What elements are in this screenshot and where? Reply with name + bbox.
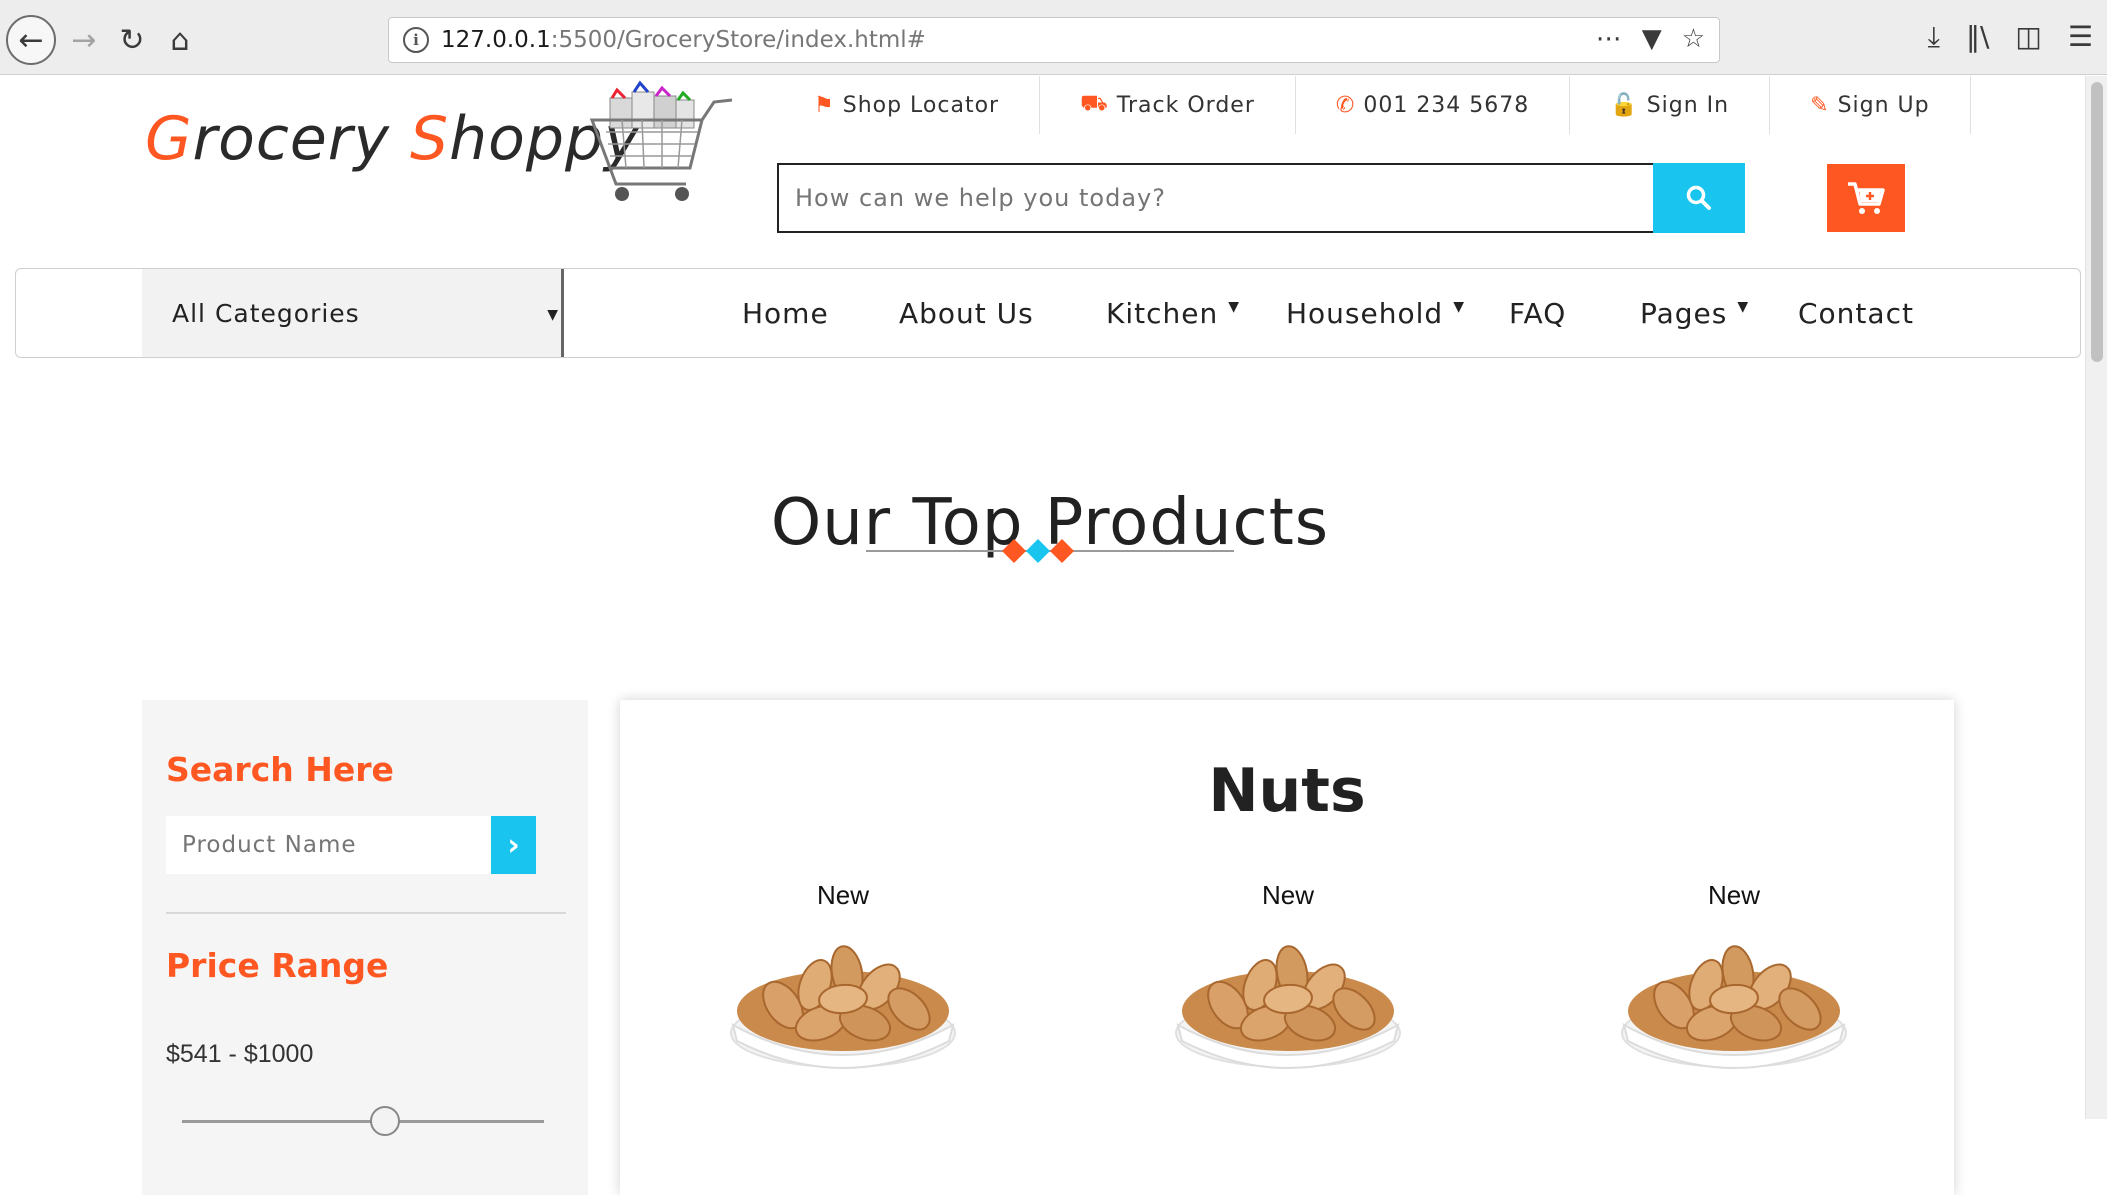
product-search: ›: [166, 816, 536, 874]
product-card[interactable]: New: [723, 880, 963, 1075]
phone-label: 001 234 5678: [1363, 92, 1530, 118]
filter-sidebar: Search Here › Price Range $541 - $1000: [142, 700, 588, 1195]
menu-faq[interactable]: FAQ: [1509, 297, 1640, 330]
edit-icon: ✎: [1810, 92, 1830, 118]
sign-up-label: Sign Up: [1837, 92, 1930, 118]
download-icon[interactable]: ⤓: [1928, 20, 1940, 54]
phone-icon: ✆: [1335, 92, 1356, 118]
menu-home-label: Home: [742, 296, 829, 330]
menu-pages-label: Pages: [1640, 296, 1728, 330]
browser-toolbar: ← → ↻ ⌂ i 127.0.0.1:5500/GroceryStore/in…: [0, 0, 2107, 75]
chevron-right-icon: ›: [507, 827, 520, 863]
reload-icon[interactable]: ↻: [112, 20, 152, 60]
caret-down-icon: ▼: [1453, 299, 1465, 315]
truck-icon: ⛟: [1080, 91, 1109, 116]
menu-home[interactable]: Home: [742, 297, 899, 330]
site-search: [777, 163, 1745, 233]
unlock-icon: 🔓: [1610, 92, 1639, 118]
title-ornament: [866, 539, 1234, 563]
product-name-input[interactable]: [166, 816, 491, 874]
almonds-bowl-image: [1175, 942, 1401, 1069]
new-badge: New: [1707, 880, 1760, 910]
price-slider-handle[interactable]: [369, 1106, 400, 1136]
sign-up-link[interactable]: ✎ Sign Up: [1770, 76, 1971, 134]
caret-down-icon: ▼: [1737, 299, 1750, 315]
site-logo[interactable]: Grocery Shoppy: [145, 104, 641, 174]
sign-in-link[interactable]: 🔓 Sign In: [1570, 76, 1771, 134]
hamburger-menu-icon[interactable]: ☰: [2068, 20, 2093, 54]
sidebar-divider: [166, 912, 566, 914]
site-search-input[interactable]: [779, 165, 1653, 231]
price-range-heading: Price Range: [166, 946, 389, 985]
menu-contact[interactable]: Contact: [1798, 297, 1914, 330]
url-text[interactable]: 127.0.0.1:5500/GroceryStore/index.html#: [441, 27, 926, 53]
product-card[interactable]: New: [1614, 880, 1854, 1075]
menu-pages[interactable]: Pages ▼: [1640, 297, 1798, 330]
menu-household[interactable]: Household ▼: [1286, 297, 1509, 330]
almonds-bowl-image: [1621, 942, 1847, 1069]
main-navbar: All Categories ▼ Home About Us Kitchen ▼ …: [15, 268, 2081, 358]
caret-down-icon: ▼: [547, 307, 559, 323]
sidebar-toggle-icon[interactable]: ◫: [2015, 20, 2041, 54]
logo-initial-g: G: [145, 104, 193, 174]
library-icon[interactable]: ‖\: [1966, 20, 1989, 54]
search-icon: [1686, 185, 1711, 210]
product-card[interactable]: New: [1168, 880, 1408, 1075]
map-marker-icon: ⚑: [814, 92, 835, 118]
sign-in-label: Sign In: [1646, 92, 1730, 118]
search-here-heading: Search Here: [166, 750, 394, 789]
cart-icon: [1848, 182, 1885, 214]
menu-faq-label: FAQ: [1509, 296, 1567, 330]
pocket-icon[interactable]: ▼: [1642, 24, 1662, 54]
logo-word-one: rocery: [192, 104, 411, 174]
menu-about-us-label: About Us: [899, 296, 1034, 330]
scrollbar-thumb[interactable]: [2091, 82, 2103, 362]
info-icon[interactable]: i: [403, 27, 429, 53]
shop-locator-label: Shop Locator: [842, 92, 1000, 118]
cart-button[interactable]: [1827, 164, 1905, 232]
new-badge: New: [1261, 880, 1314, 910]
shopping-cart-logo-icon: [589, 80, 733, 201]
top-links: ⚑ Shop Locator ⛟ Track Order ✆ 001 234 5678…: [786, 76, 1971, 134]
caret-down-icon: ▼: [1228, 299, 1241, 315]
back-arrow-icon[interactable]: ←: [6, 15, 56, 65]
web-page: Grocery Shoppy ⚑ Shop Locator ⛟ Track Orde…: [0, 76, 2085, 1195]
bookmark-star-icon[interactable]: ☆: [1682, 24, 1705, 54]
menu-kitchen[interactable]: Kitchen ▼: [1106, 297, 1286, 330]
category-title: Nuts: [1208, 756, 1366, 826]
url-path: :5500/GroceryStore/index.html#: [550, 27, 926, 53]
product-search-button[interactable]: ›: [491, 816, 536, 874]
url-bar[interactable]: i 127.0.0.1:5500/GroceryStore/index.html…: [388, 17, 1720, 63]
shop-locator-link[interactable]: ⚑ Shop Locator: [786, 76, 1041, 134]
category-select-value: All Categories: [172, 298, 360, 328]
price-slider-track[interactable]: [182, 1120, 544, 1123]
menu-household-label: Household: [1286, 296, 1444, 330]
price-range-value: $541 - $1000: [166, 1040, 314, 1068]
more-actions-icon[interactable]: ⋯: [1596, 24, 1622, 54]
url-host: 127.0.0.1: [441, 27, 551, 53]
track-order-link[interactable]: ⛟ Track Order: [1040, 76, 1296, 134]
track-order-label: Track Order: [1116, 92, 1255, 118]
phone-link[interactable]: ✆ 001 234 5678: [1296, 76, 1571, 134]
forward-arrow-icon[interactable]: →: [64, 20, 104, 60]
menu-contact-label: Contact: [1798, 296, 1914, 330]
home-icon[interactable]: ⌂: [160, 20, 200, 60]
new-badge: New: [816, 880, 869, 910]
almonds-bowl-image: [730, 942, 956, 1069]
search-button[interactable]: [1653, 163, 1745, 233]
main-menu: Home About Us Kitchen ▼ Household ▼ FAQ Pa…: [742, 269, 1914, 357]
page-scrollbar[interactable]: [2085, 76, 2107, 1119]
menu-kitchen-label: Kitchen: [1106, 296, 1219, 330]
menu-about-us[interactable]: About Us: [899, 297, 1106, 330]
product-panel: Nuts New New New: [620, 700, 1954, 1195]
category-select[interactable]: All Categories ▼: [142, 269, 564, 357]
logo-initial-s: S: [410, 104, 450, 174]
